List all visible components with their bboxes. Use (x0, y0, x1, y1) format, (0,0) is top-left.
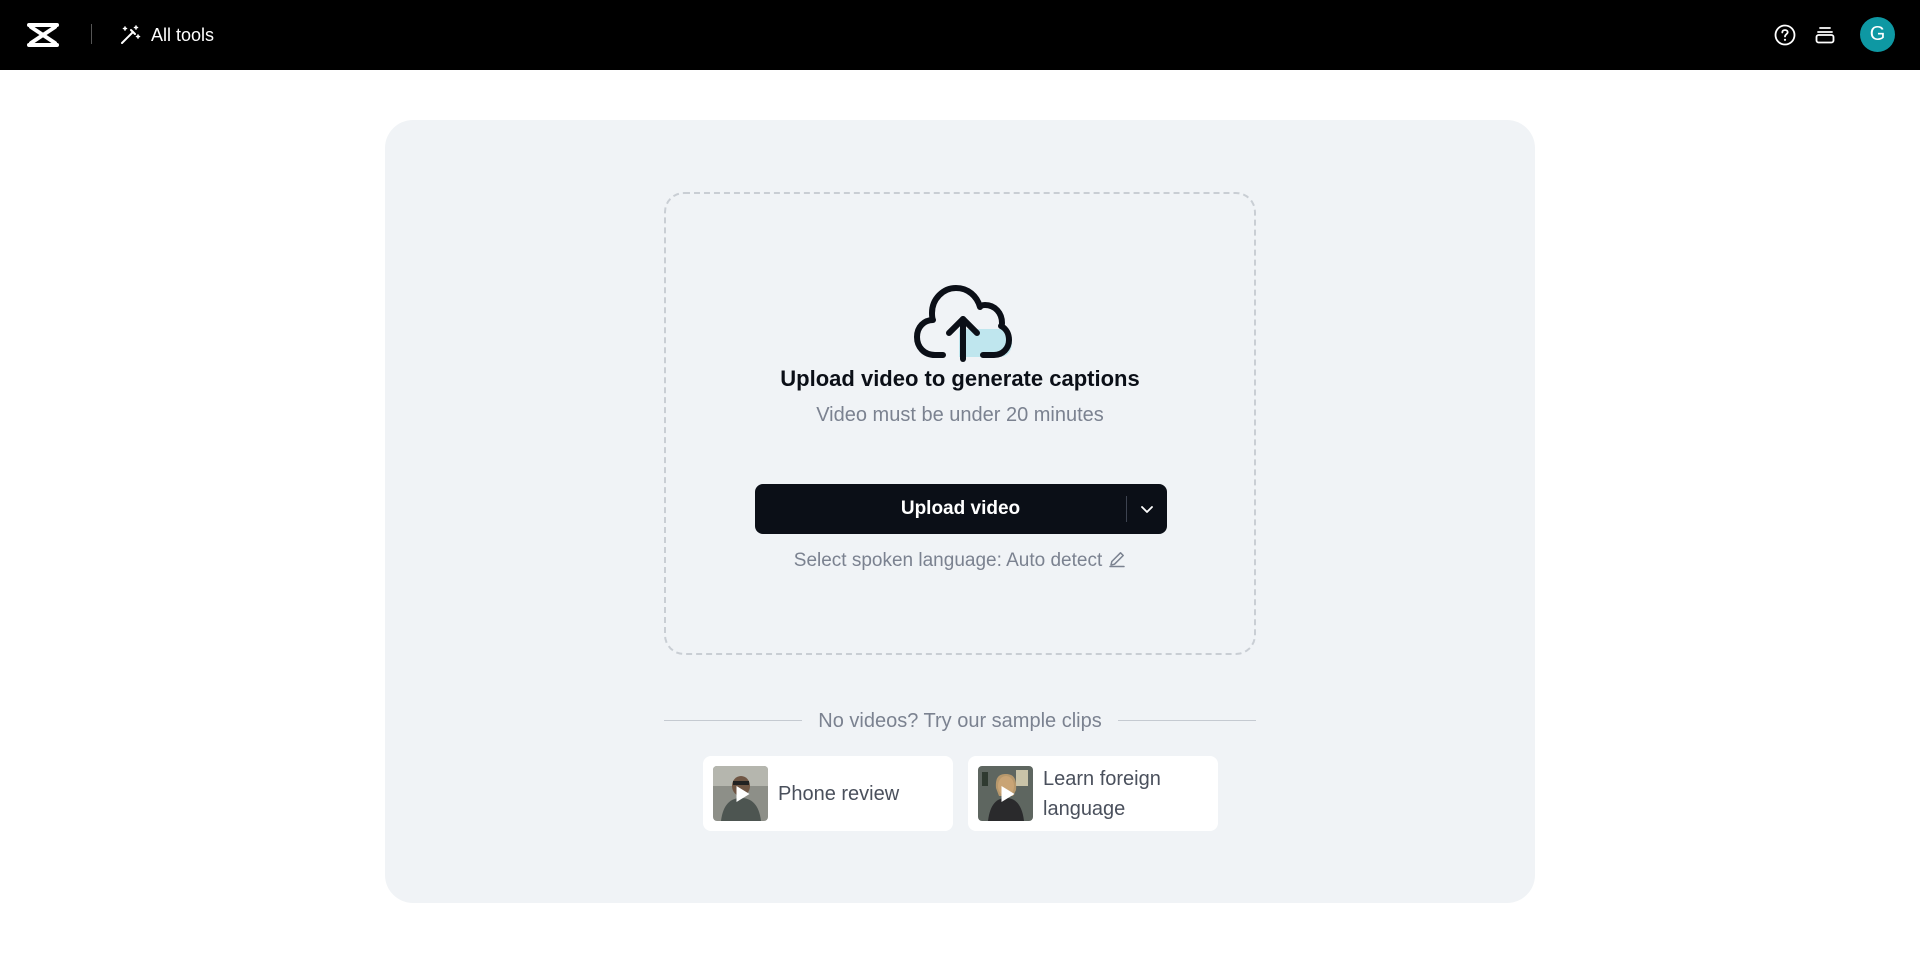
sample-clips-divider: No videos? Try our sample clips (664, 710, 1256, 732)
play-icon (1001, 785, 1014, 802)
avatar[interactable]: G (1860, 17, 1895, 52)
play-icon (736, 785, 749, 802)
upload-video-button[interactable]: Upload video (755, 484, 1167, 534)
magic-wand-icon (121, 25, 141, 44)
capcut-logo-icon[interactable] (26, 19, 60, 51)
stack-icon[interactable] (1813, 23, 1837, 47)
all-tools-label: All tools (151, 24, 215, 45)
sample-clip-thumbnail (978, 766, 1033, 821)
divider-line-right (1118, 720, 1256, 721)
help-icon[interactable] (1773, 23, 1797, 47)
spoken-language-selector[interactable]: Select spoken language: Auto detect (666, 550, 1254, 572)
main-card: Upload video to generate captions Video … (385, 120, 1535, 903)
sample-clips-heading: No videos? Try our sample clips (818, 710, 1102, 732)
upload-dropzone[interactable]: Upload video to generate captions Video … (664, 192, 1256, 655)
upload-options-dropdown[interactable] (1127, 484, 1167, 534)
sample-clip-label: Phone review (778, 782, 900, 805)
header-divider (91, 24, 92, 44)
top-bar: All tools G (0, 0, 1920, 70)
upload-subtitle: Video must be under 20 minutes (816, 404, 1104, 426)
chevron-down-icon (1141, 506, 1153, 513)
sample-clip-thumbnail (713, 766, 768, 821)
cloud-upload-icon (914, 285, 1012, 362)
spoken-language-text: Select spoken language: Auto detect (793, 550, 1103, 571)
upload-title: Upload video to generate captions (780, 366, 1140, 391)
sample-clip-label: Learn foreign language (1043, 767, 1161, 820)
all-tools-button[interactable]: All tools (118, 20, 214, 50)
pencil-icon[interactable] (1108, 550, 1126, 568)
upload-video-label: Upload video (900, 498, 1021, 519)
sample-clip-learn-foreign-language[interactable]: Learn foreign language (968, 756, 1218, 831)
sample-clip-phone-review[interactable]: Phone review (703, 756, 953, 831)
